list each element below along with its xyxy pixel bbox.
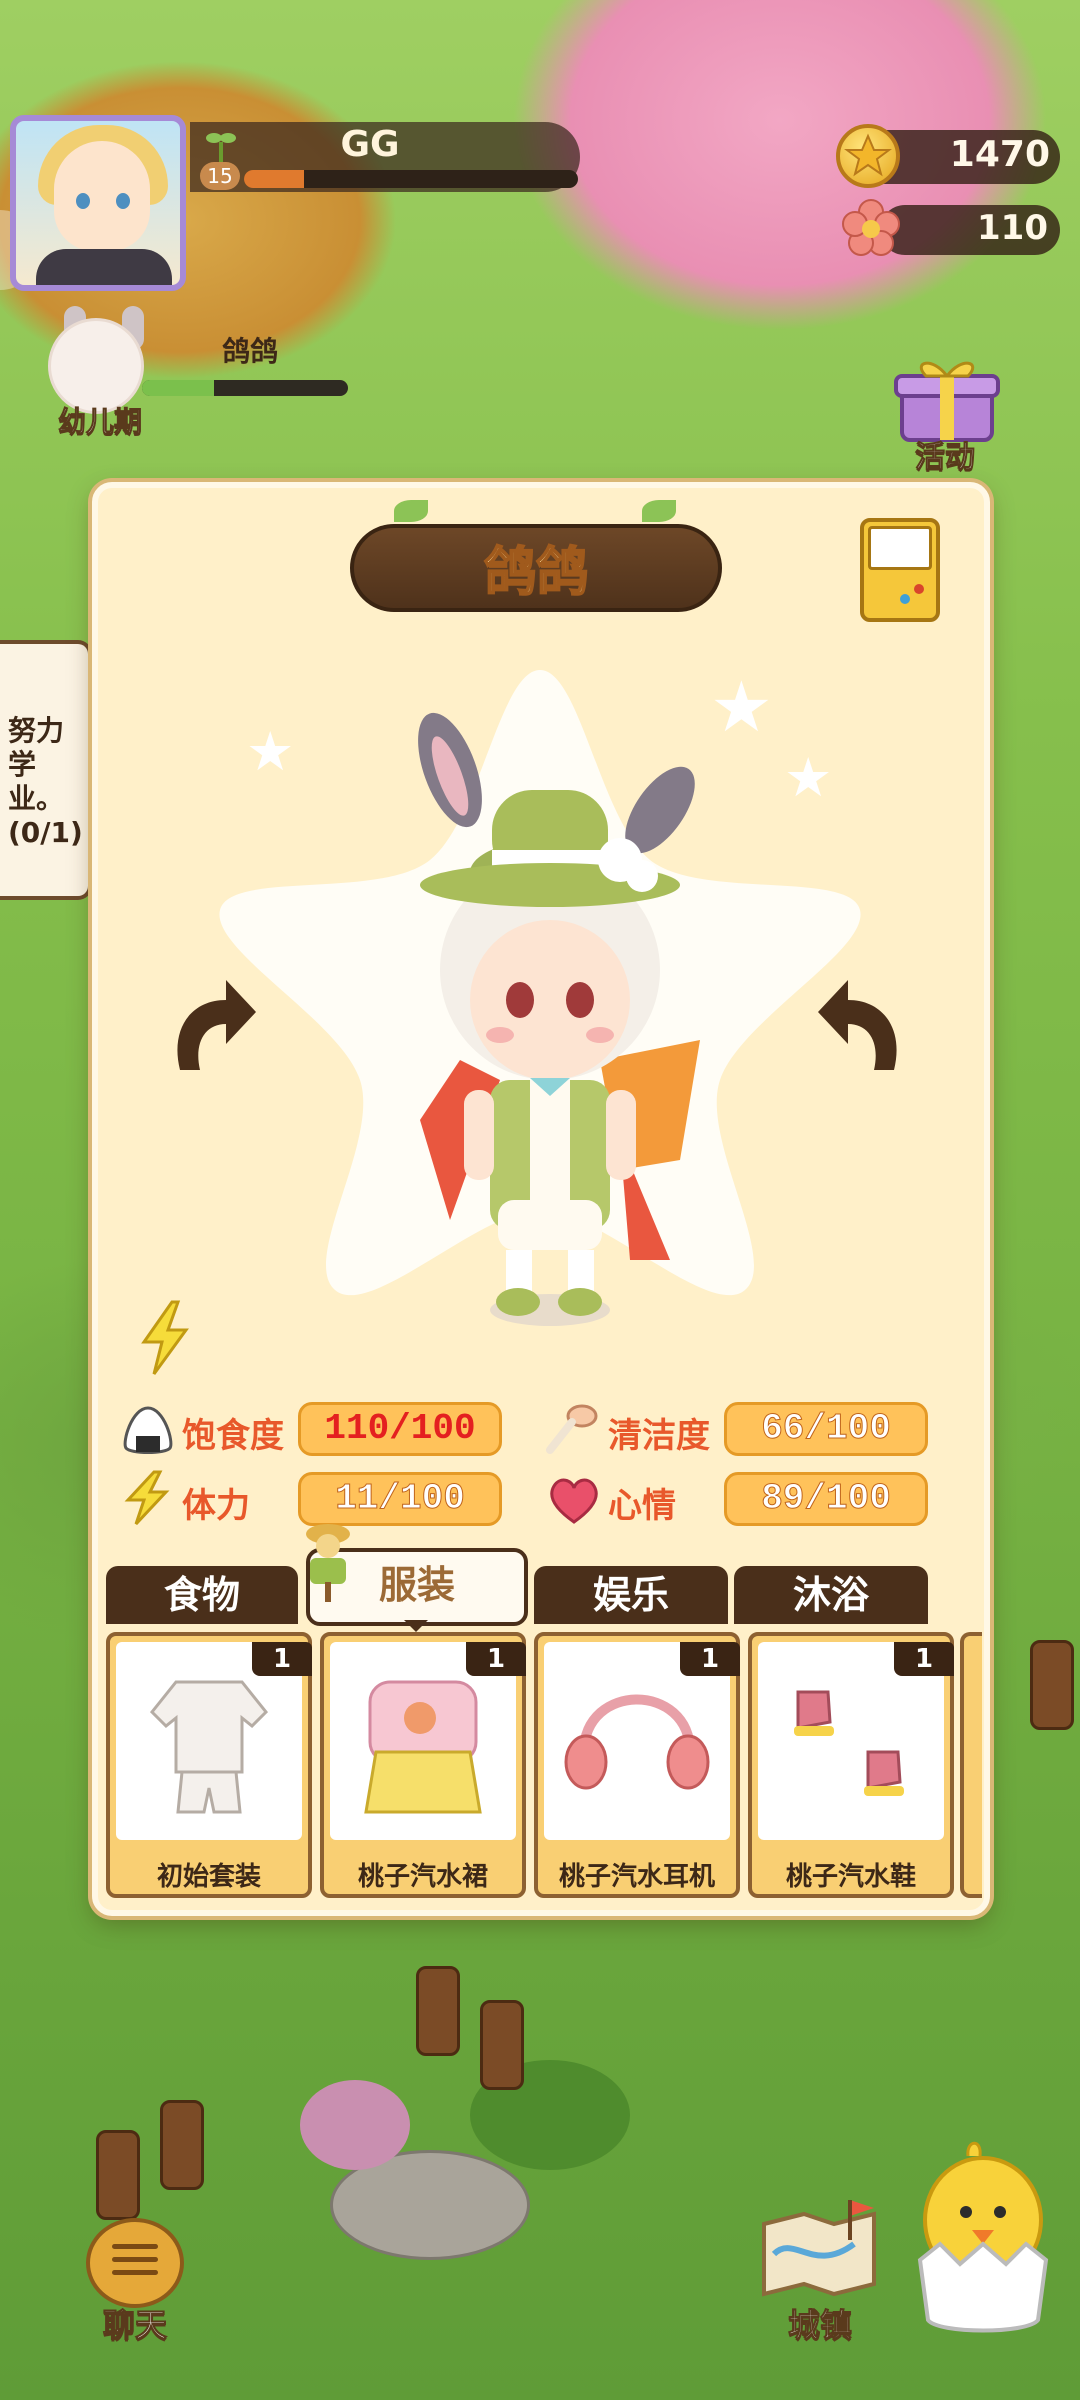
lavender-bush <box>300 2080 410 2170</box>
item-count: 1 <box>466 1642 526 1676</box>
activity-label[interactable]: 活动 <box>880 432 1010 476</box>
town-label[interactable]: 城镇 <box>760 2300 880 2346</box>
pet-character <box>418 712 700 1326</box>
pet-stage-label: 幼儿期 <box>57 405 142 439</box>
item-count: 1 <box>680 1642 740 1676</box>
leaf-decoration <box>642 500 676 522</box>
stat-value-mood: 89/100 <box>724 1472 928 1526</box>
tab-pointer <box>404 1620 428 1632</box>
item-card[interactable]: 1 桃子汽水鞋 <box>748 1632 954 1898</box>
item-name: 桃子汽水耳机 <box>558 1862 715 1892</box>
energy-bolt-icon <box>141 1300 189 1375</box>
stat-label-cleanliness: 清洁度 <box>608 1416 710 1456</box>
player-name: GG <box>340 124 400 165</box>
pet-growth-fill <box>142 380 214 396</box>
sprout-icon <box>206 133 236 162</box>
player-level: 15 <box>200 162 240 190</box>
tab-bath[interactable]: 沐浴 <box>734 1566 928 1624</box>
item-name: 初始套装 <box>156 1862 261 1892</box>
item-card-partial[interactable] <box>960 1632 982 1898</box>
fence-post <box>416 1966 460 2056</box>
fence-post <box>160 2100 204 2190</box>
leaf-decoration <box>394 500 428 522</box>
stat-label-satiety: 饱食度 <box>182 1416 284 1456</box>
flower-icon <box>842 199 900 256</box>
item-count: 1 <box>252 1642 312 1676</box>
fence-post <box>1030 1640 1074 1730</box>
menu-lines-icon <box>112 2244 158 2283</box>
stat-value-satiety: 110/100 <box>298 1402 502 1456</box>
item-card[interactable]: 1 桃子汽水裙 <box>320 1632 526 1898</box>
coin-icon <box>836 124 900 188</box>
tab-entertainment[interactable]: 娱乐 <box>534 1566 728 1624</box>
xp-fill <box>244 170 304 188</box>
sparkle-icon: ★ <box>246 720 295 783</box>
town-map-icon[interactable] <box>754 2194 884 2304</box>
heart-icon <box>550 1478 598 1524</box>
gift-box-icon[interactable] <box>892 354 1002 444</box>
lightning-icon <box>124 1470 170 1526</box>
coin-count: 1470 <box>949 134 1050 175</box>
item-name: 桃子汽水裙 <box>357 1862 488 1892</box>
rotate-left-arrow-icon[interactable] <box>160 970 260 1080</box>
stat-value-cleanliness: 66/100 <box>724 1402 928 1456</box>
item-name: 桃子汽水鞋 <box>785 1862 916 1892</box>
task-card[interactable]: 努力学 业。 (0/1) <box>0 640 92 900</box>
stat-label-stamina: 体力 <box>182 1486 250 1526</box>
brush-icon <box>546 1404 598 1454</box>
item-card[interactable]: 1 桃子汽水耳机 <box>534 1632 740 1898</box>
stat-value-stamina: 11/100 <box>298 1472 502 1526</box>
pet-name-label: 鸽鸽 <box>221 335 278 368</box>
item-card[interactable]: 1 初始套装 <box>106 1632 312 1898</box>
chat-label[interactable]: 聊天 <box>80 2300 190 2346</box>
player-avatar[interactable] <box>10 115 186 291</box>
sparkle-icon: ★ <box>784 746 833 809</box>
chick-egg-icon[interactable] <box>908 2120 1058 2340</box>
stat-label-mood: 心情 <box>608 1486 676 1526</box>
panel-title: 鸽鸽 <box>483 542 589 604</box>
gameboy-screen <box>868 526 932 570</box>
rice-ball-icon <box>123 1406 173 1454</box>
fence-post <box>480 2000 524 2090</box>
rotate-right-arrow-icon[interactable] <box>814 970 914 1080</box>
flower-count: 110 <box>977 208 1048 248</box>
scarecrow-icon <box>306 1524 350 1602</box>
item-count: 1 <box>894 1642 954 1676</box>
tab-food[interactable]: 食物 <box>106 1566 298 1624</box>
task-text: 努力学 业。 (0/1) <box>8 714 83 849</box>
fence-post <box>96 2130 140 2220</box>
